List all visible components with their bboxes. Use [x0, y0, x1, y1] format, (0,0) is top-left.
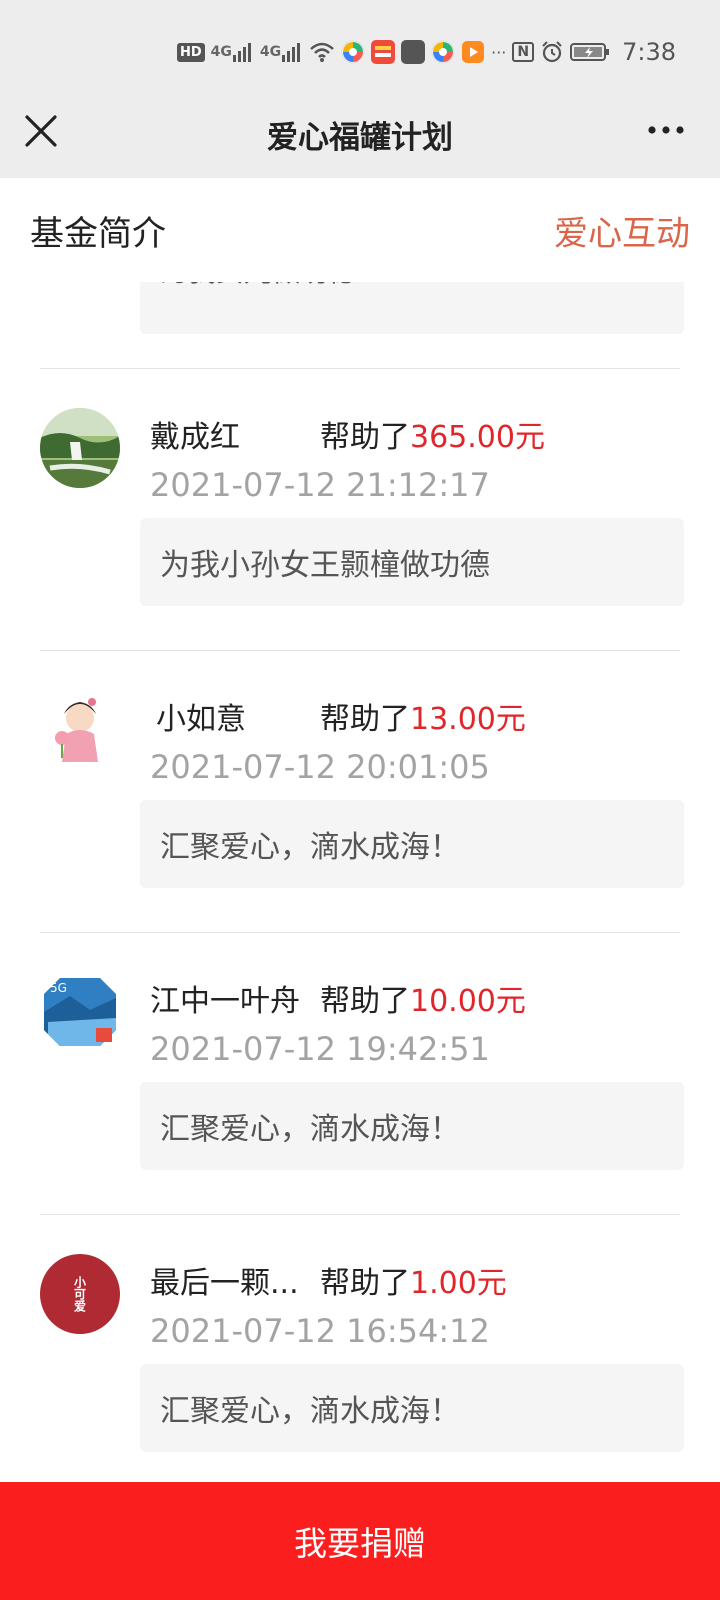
donation-item: 小如意 帮助了13.00元 2021-07-12 20:01:05 汇聚爱心，滴…	[0, 650, 720, 890]
helped-label: 帮助了	[320, 420, 410, 455]
donation-message: 为我女儿做功德	[140, 282, 684, 334]
nfc-icon: N	[512, 39, 535, 65]
avatar: 小可爱	[40, 1254, 120, 1334]
donation-message-text: 为我女儿做功德	[160, 282, 356, 290]
donation-summary: 帮助了10.00元	[320, 976, 526, 1020]
alarm-icon	[540, 39, 564, 65]
avatar	[40, 690, 120, 770]
tab-bar: 基金简介 爱心互动	[0, 178, 720, 282]
app-notification-icon-2	[431, 39, 455, 65]
donation-message: 汇聚爱心，滴水成海！	[140, 1082, 684, 1170]
tab-fund-intro[interactable]: 基金简介	[30, 206, 166, 255]
donation-summary: 帮助了365.00元	[320, 412, 545, 456]
donation-item: 小可爱 最后一颗... 帮助了1.00元 2021-07-12 16:54:12…	[0, 1214, 720, 1454]
donate-button[interactable]: 我要捐赠	[0, 1482, 720, 1600]
donation-message: 汇聚爱心，滴水成海！	[140, 1364, 684, 1452]
wifi-icon	[309, 39, 335, 65]
avatar: 5G	[40, 972, 120, 1052]
helped-label: 帮助了	[320, 1266, 410, 1301]
signal-icon-2: 4G	[260, 39, 303, 65]
video-app-icon	[461, 39, 485, 65]
donor-name: 戴成红	[150, 420, 240, 455]
donation-time: 2021-07-12 19:42:51	[150, 1030, 490, 1068]
helped-label: 帮助了	[320, 984, 410, 1019]
status-time: 7:38	[622, 38, 676, 66]
news-app-icon	[371, 39, 396, 65]
donor-name: 最后一颗...	[150, 1266, 299, 1301]
donation-message-text: 汇聚爱心，滴水成海！	[160, 830, 460, 865]
donation-item: 戴成红 帮助了365.00元 2021-07-12 21:12:17 为我小孙女…	[0, 368, 720, 608]
hd-icon: HD	[176, 39, 205, 65]
status-icons: HD 4G 4G ··· N 7:38	[176, 36, 676, 68]
donation-time: 2021-07-12 20:01:05	[150, 748, 490, 786]
donation-item: 5G 江中一叶舟 帮助了10.00元 2021-07-12 19:42:51 汇…	[0, 932, 720, 1172]
page-title: 爱心福罐计划	[267, 120, 453, 156]
donation-amount: 13.00元	[410, 702, 526, 737]
donor-name: 小如意	[150, 702, 246, 737]
donation-amount: 365.00元	[410, 420, 545, 455]
avatar	[40, 408, 120, 488]
donation-message-text: 为我小孙女王颢橦做功德	[160, 548, 490, 583]
donation-message: 汇聚爱心，滴水成海！	[140, 800, 684, 888]
donor-name: 江中一叶舟	[150, 984, 300, 1019]
game-app-icon	[401, 39, 426, 65]
nav-bar: 爱心福罐计划	[0, 96, 720, 178]
more-options-icon[interactable]	[646, 122, 686, 138]
donation-time: 2021-07-12 16:54:12	[150, 1312, 490, 1350]
app-notification-icon	[341, 39, 365, 65]
donation-time: 2021-07-12 21:12:17	[150, 466, 490, 504]
tab-love-interaction[interactable]: 爱心互动	[554, 206, 690, 255]
donation-message-text: 汇聚爱心，滴水成海！	[160, 1112, 460, 1147]
signal-icon-1: 4G	[211, 39, 254, 65]
donation-amount: 10.00元	[410, 984, 526, 1019]
more-notifications-icon: ···	[491, 42, 507, 62]
donation-feed[interactable]: 为我女儿做功德 戴成红 帮助了365.00元 2021-07-12 21:12:…	[0, 282, 720, 1482]
donation-message-text: 汇聚爱心，滴水成海！	[160, 1394, 460, 1429]
svg-text:5G: 5G	[50, 981, 67, 995]
helped-label: 帮助了	[320, 702, 410, 737]
donation-summary: 帮助了13.00元	[320, 694, 526, 738]
donation-amount: 1.00元	[410, 1266, 507, 1301]
avatar-text: 小可爱	[72, 1276, 87, 1312]
donation-summary: 帮助了1.00元	[320, 1258, 507, 1302]
donation-message: 为我小孙女王颢橦做功德	[140, 518, 684, 606]
status-bar: HD 4G 4G ··· N 7:38	[0, 0, 720, 96]
battery-icon	[570, 39, 610, 65]
